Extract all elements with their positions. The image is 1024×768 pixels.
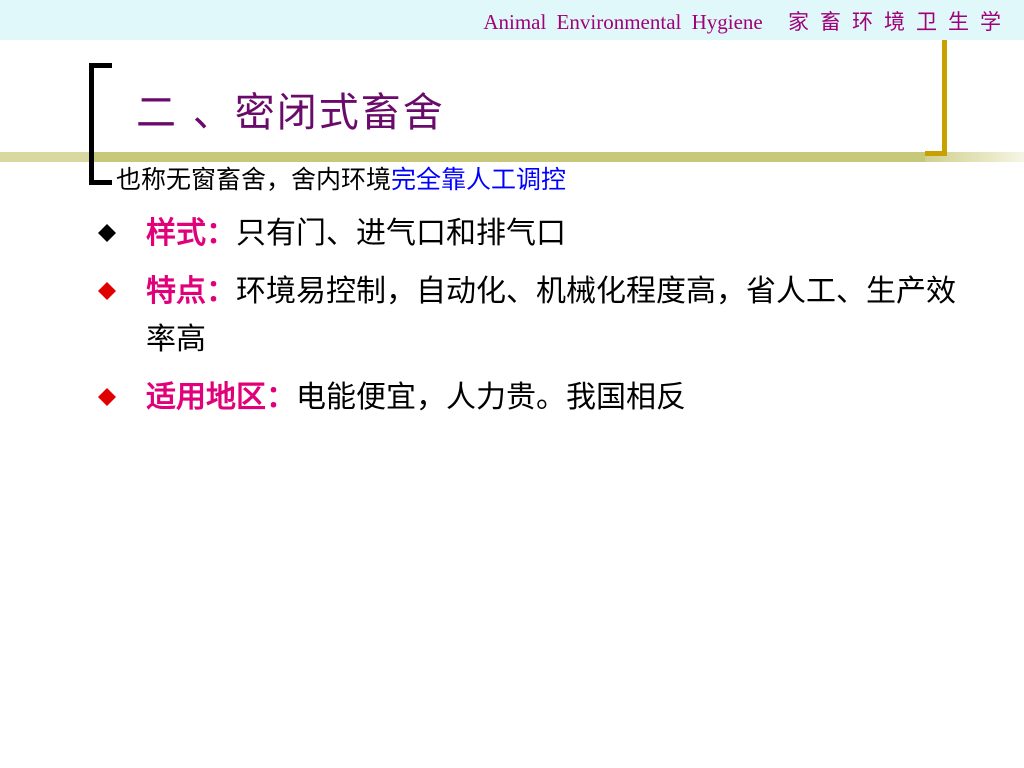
- header-band: Animal Environmental Hygiene 家畜环境卫生学: [0, 0, 1024, 40]
- bullet-text: 电能便宜，人力贵。我国相反: [296, 380, 686, 415]
- bullet-label: 特点：: [146, 274, 236, 309]
- subtitle-text: 也称无窗畜舍，舍内环境: [116, 165, 392, 194]
- bullet-item-regions: 适用地区：电能便宜，人力贵。我国相反: [98, 374, 978, 422]
- bullet-label: 适用地区：: [146, 380, 296, 415]
- course-header: Animal Environmental Hygiene 家畜环境卫生学: [483, 6, 1012, 36]
- diamond-icon: [98, 224, 116, 242]
- bullet-item-features: 特点：环境易控制，自动化、机械化程度高，省人工、生产效率高: [98, 268, 978, 364]
- subtitle-highlight: 完全靠人工调控: [391, 165, 567, 194]
- diamond-icon: [98, 282, 116, 300]
- right-bracket-decoration: [925, 40, 947, 156]
- bullet-text: 环境易控制，自动化、机械化程度高，省人工、生产效率高: [146, 274, 956, 357]
- bullet-item-style: 样式：只有门、进气口和排气口: [98, 210, 978, 258]
- bullet-text: 只有门、进气口和排气口: [236, 216, 566, 251]
- bullet-label: 样式：: [146, 216, 236, 251]
- course-title-english: Animal Environmental Hygiene: [483, 10, 763, 34]
- diamond-icon: [98, 388, 116, 406]
- course-title-chinese: 家畜环境卫生学: [788, 10, 1012, 34]
- slide-subtitle: 也称无窗畜舍，舍内环境完全靠人工调控: [116, 160, 566, 196]
- bullet-list: 样式：只有门、进气口和排气口 特点：环境易控制，自动化、机械化程度高，省人工、生…: [98, 210, 978, 432]
- slide-title: 二 、密闭式畜舍: [136, 90, 445, 136]
- left-bracket-decoration: [89, 63, 112, 185]
